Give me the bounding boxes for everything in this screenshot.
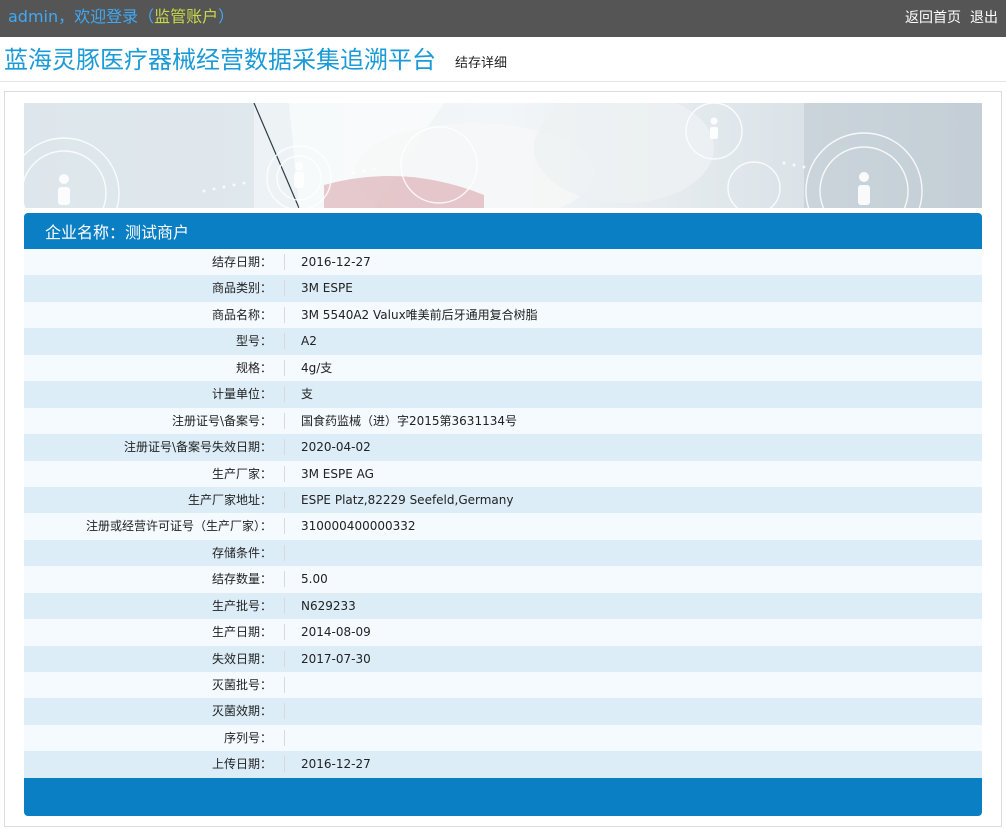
title-bar: 蓝海灵豚医疗器械经营数据采集追溯平台 结存详细: [0, 37, 1006, 82]
row-divider: [284, 386, 285, 403]
page-title: 结存详细: [455, 56, 508, 71]
detail-row: 灭菌效期：: [24, 698, 982, 725]
detail-row: 生产厂家地址： ESPE Platz,82229 Seefeld,Germany: [24, 486, 982, 514]
company-name-heading: 企业名称：测试商户: [45, 222, 189, 244]
row-divider: [284, 624, 285, 641]
detail-row-value: 2014-08-09: [301, 625, 371, 640]
detail-row-label: 灭菌批号：: [211, 678, 272, 692]
user-name: admin: [8, 7, 59, 26]
detail-row-label: 生产厂家：: [211, 466, 272, 481]
detail-row-value: 4g/支: [301, 360, 333, 375]
detail-row-label: 序列号：: [223, 730, 272, 745]
row-divider: [284, 254, 285, 270]
detail-row: 商品类别： 3M ESPE: [24, 275, 982, 302]
detail-row-label: 注册证号\备案号：: [171, 413, 272, 428]
detail-row-label: 失效日期：: [211, 651, 272, 666]
detail-row-label: 生产日期：: [211, 625, 272, 640]
detail-row: 上传日期： 2016-12-27: [24, 751, 982, 778]
detail-row: 生产批号： N629233: [24, 592, 982, 620]
banner-graphic: [24, 103, 982, 208]
detail-row-value: N629233: [301, 598, 356, 613]
detail-row-label: 灭菌效期：: [211, 704, 272, 719]
role-label: 监管账户: [154, 7, 219, 26]
detail-row: 商品名称： 3M 5540A2 Valux唯美前后牙通用复合树脂: [24, 301, 982, 329]
site-title: 蓝海灵豚医疗器械经营数据采集追溯平台: [4, 46, 436, 74]
row-divider: [284, 412, 285, 429]
row-divider: [284, 650, 285, 667]
detail-row: 型号： A2: [24, 328, 982, 355]
row-divider: [284, 677, 285, 693]
detail-row-label: 注册证号\备案号失效日期：: [123, 440, 272, 455]
welcome-text: admin，欢迎登录（监管账户）: [8, 7, 234, 27]
detail-row-label: 商品类别：: [211, 281, 272, 296]
detail-row-value: 310000400000332: [301, 519, 416, 534]
top-links: 返回首页 退出: [896, 9, 998, 27]
detail-row: 结存日期： 2016-12-27: [24, 249, 982, 276]
detail-row: 计量单位： 支: [24, 381, 982, 408]
welcome-label: ，欢迎登录（: [58, 7, 155, 26]
detail-row-value: A2: [301, 334, 317, 349]
banner-image: [24, 103, 982, 208]
detail-row: 注册或经营许可证号（生产厂家）： 310000400000332: [24, 513, 982, 540]
detail-row-label: 规格：: [235, 360, 272, 375]
row-divider: [284, 359, 285, 376]
detail-row-value: 2016-12-27: [301, 255, 371, 269]
detail-row: 灭菌批号：: [24, 672, 982, 699]
detail-row: 结存数量： 5.00: [24, 566, 982, 593]
row-divider: [284, 729, 285, 746]
detail-row-label: 结存日期：: [211, 255, 272, 269]
company-label: 企业名称：: [45, 223, 126, 242]
row-divider: [284, 306, 285, 323]
detail-row-label: 生产批号：: [211, 598, 272, 613]
detail-row-value: 2016-12-27: [301, 757, 371, 772]
logout-link[interactable]: 退出: [970, 10, 998, 26]
row-divider: [284, 280, 285, 297]
detail-row-value: ESPE Platz,82229 Seefeld,Germany: [301, 492, 514, 507]
row-divider: [284, 333, 285, 350]
detail-row-value: 3M ESPE AG: [301, 466, 374, 481]
detail-row: 序列号：: [24, 724, 982, 752]
home-link[interactable]: 返回首页: [905, 10, 961, 26]
detail-row-label: 计量单位：: [211, 387, 272, 402]
company-name: 测试商户: [125, 223, 190, 242]
detail-rows: 结存日期： 2016-12-27 商品类别： 3M ESPE 商品名称： 3M 5540A…: [24, 249, 982, 778]
detail-row: 存储条件：: [24, 539, 982, 567]
detail-row-value: 国食药监械（进）字2015第3631134号: [301, 413, 517, 428]
detail-row-value: 3M ESPE: [301, 281, 353, 296]
detail-row-label: 注册或经营许可证号（生产厂家）：: [85, 519, 272, 534]
row-divider: [284, 491, 285, 508]
detail-row-value: 5.00: [301, 572, 328, 587]
row-divider: [284, 465, 285, 482]
detail-row-label: 生产厂家地址：: [187, 492, 272, 507]
detail-row-label: 型号：: [235, 334, 272, 349]
top-bar: admin，欢迎登录（监管账户） 返回首页 退出: [0, 0, 1006, 37]
row-divider: [284, 703, 285, 720]
detail-row: 生产日期： 2014-08-09: [24, 619, 982, 646]
detail-row-value: 2017-07-30: [301, 651, 371, 666]
detail-row-label: 结存数量：: [211, 572, 272, 587]
role-close: ）: [218, 7, 235, 26]
detail-row: 失效日期： 2017-07-30: [24, 645, 982, 672]
detail-row-label: 上传日期：: [211, 757, 272, 772]
row-divider: [284, 518, 285, 535]
row-divider: [284, 756, 285, 773]
detail-row-value: 2020-04-02: [301, 440, 371, 455]
row-divider: [284, 597, 285, 614]
detail-row: 规格： 4g/支: [24, 354, 982, 382]
row-divider: [284, 544, 285, 561]
detail-row: 注册证号\备案号失效日期： 2020-04-02: [24, 434, 982, 461]
detail-row: 注册证号\备案号： 国食药监械（进）字2015第3631134号: [24, 407, 982, 435]
detail-row-value: 3M 5540A2 Valux唯美前后牙通用复合树脂: [301, 307, 538, 322]
detail-row-value: 支: [301, 387, 314, 402]
detail-row-label: 存储条件：: [211, 545, 272, 560]
detail-row-label: 商品名称：: [211, 307, 272, 322]
row-divider: [284, 571, 285, 588]
detail-panel: 企业名称：测试商户 结存日期： 2016-12-27 商品类别： 3M ESPE 商品名…: [24, 213, 982, 816]
row-divider: [284, 439, 285, 456]
detail-row: 生产厂家： 3M ESPE AG: [24, 460, 982, 487]
